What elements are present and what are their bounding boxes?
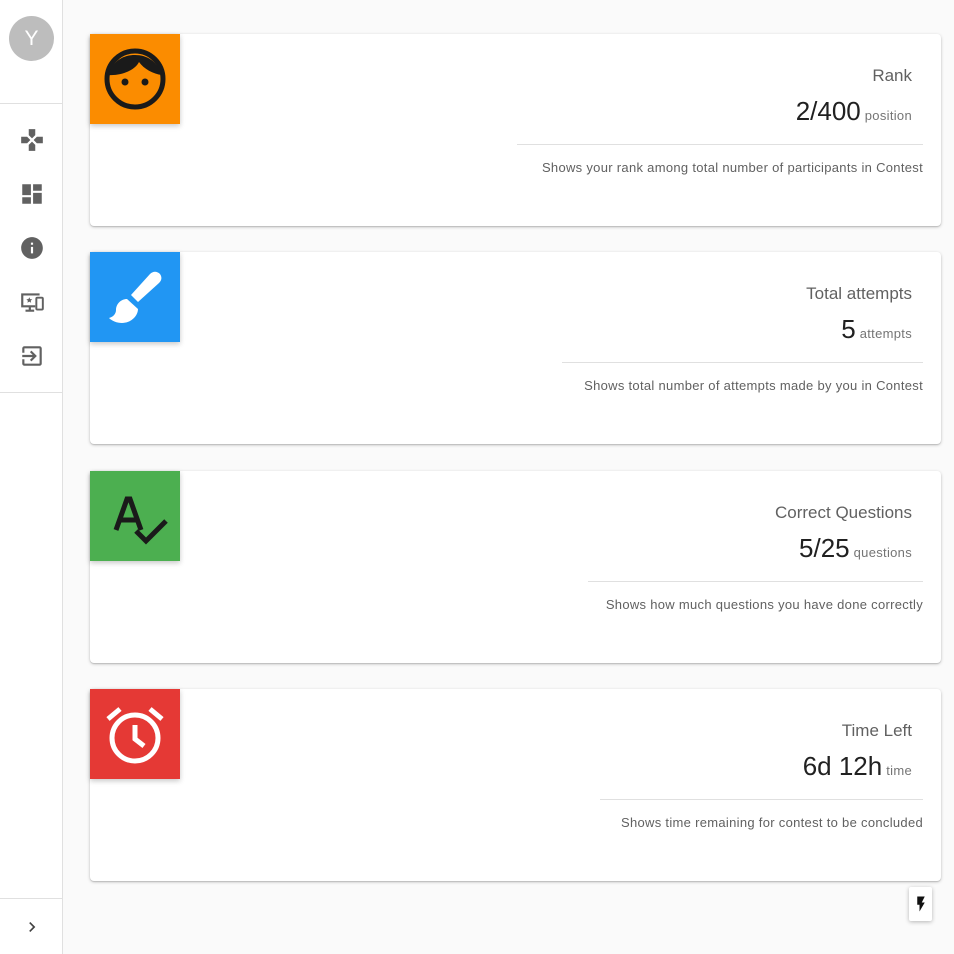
exit-to-app-icon: [21, 346, 42, 366]
card-value: 6d 12h time: [803, 751, 912, 782]
card-value-number: 6d 12h: [802, 751, 883, 781]
spellcheck-icon: [113, 496, 168, 545]
card-value-unit: questions: [853, 545, 912, 560]
card-value: 2/400 position: [796, 96, 912, 127]
card-description: Shows your rank among total number of pa…: [541, 160, 923, 175]
sidebar-item-devices[interactable]: [0, 275, 63, 329]
sidebar-item-dashboard[interactable]: [0, 167, 63, 221]
sidebar: Y: [0, 0, 63, 954]
card-value-number: 5/25: [799, 533, 850, 563]
sidebar-divider: [0, 103, 63, 104]
sidebar-divider: [0, 898, 63, 899]
sidebar-item-info[interactable]: [0, 221, 63, 275]
correct-questions-card: Correct Questions 5/25 questions Shows ho…: [90, 471, 941, 663]
gamepad-icon: [20, 129, 43, 151]
card-icon-box: [90, 689, 180, 779]
sidebar-divider: [0, 392, 63, 393]
card-value-unit: position: [864, 108, 912, 123]
card-icon-box: [90, 471, 180, 561]
card-title: Rank: [872, 66, 912, 85]
flash-icon: [916, 896, 925, 912]
card-icon-box: [90, 252, 180, 342]
sidebar-item-games[interactable]: [0, 113, 63, 167]
brush-icon: [109, 271, 162, 323]
chevron-right-icon: [28, 922, 35, 932]
time-left-card: Time Left 6d 12h time Shows time remainin…: [90, 689, 941, 881]
card-value-unit: attempts: [859, 326, 912, 341]
card-value: 5 attempts: [841, 314, 912, 345]
attempts-card: Total attempts 5 attempts Shows total num…: [90, 252, 941, 444]
card-description: Shows time remaining for contest to be c…: [621, 815, 923, 830]
card-divider: [600, 799, 923, 800]
sidebar-collapse-button[interactable]: [0, 900, 63, 954]
card-divider: [588, 581, 923, 582]
card-divider: [517, 144, 923, 145]
card-divider: [562, 362, 923, 363]
card-value-number: 5: [841, 314, 856, 344]
dashboard-icon: [21, 184, 42, 204]
card-title: Time Left: [841, 721, 912, 740]
info-icon: [20, 237, 43, 259]
devices-star-icon: [20, 293, 44, 312]
rank-card: Rank 2/400 position Shows your rank among…: [90, 34, 941, 226]
card-value: 5/25 questions: [799, 533, 912, 564]
quick-action-button[interactable]: [909, 887, 932, 921]
card-icon-box: [90, 34, 180, 124]
card-value-number: 2/400: [795, 96, 861, 126]
avatar[interactable]: Y: [9, 16, 54, 61]
card-value-unit: time: [886, 763, 912, 778]
card-description: Shows total number of attempts made by y…: [584, 378, 923, 393]
sidebar-item-exit[interactable]: [0, 329, 63, 383]
card-title: Correct Questions: [775, 503, 912, 522]
alarm-icon: [106, 707, 164, 764]
card-description: Shows how much questions you have done c…: [605, 597, 923, 612]
face-icon: [104, 48, 166, 110]
card-title: Total attempts: [806, 284, 912, 303]
